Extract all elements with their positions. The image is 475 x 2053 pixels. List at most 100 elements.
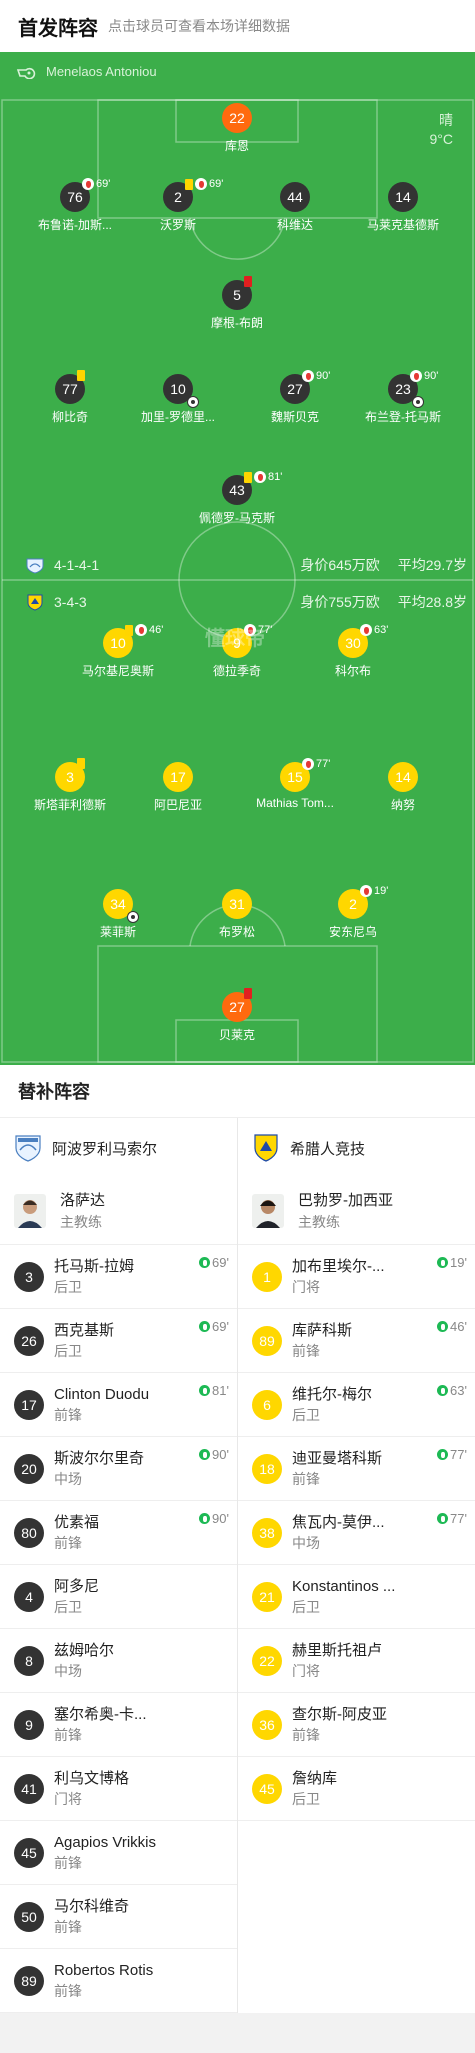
sub-player-name: 托马斯-拉姆 (54, 1258, 134, 1275)
sub-off-icon (302, 758, 314, 770)
sub-player-name: 斯波尔尔里奇 (54, 1450, 145, 1467)
away-club-row[interactable]: 希腊人竞技 (238, 1118, 475, 1178)
player-number: 10 (163, 374, 199, 408)
sub-player-number: 26 (14, 1325, 44, 1356)
player-marker[interactable]: 10 46' 马尔基尼奥斯 (53, 624, 183, 679)
sub-player-row[interactable]: 89 Robertos Rotis 前锋 (0, 1949, 237, 2013)
sub-player-row[interactable]: 41 利乌文博格 门将 (0, 1757, 237, 1821)
sub-off-icon (135, 624, 147, 636)
sub-player-row[interactable]: 17 Clinton Duodu 前锋 81' (0, 1373, 237, 1437)
apollon-logo-icon (15, 1135, 41, 1162)
referee-name: Menelaos Antoniou (46, 64, 157, 79)
player-events: 46' (125, 624, 163, 636)
sub-player-row[interactable]: 22 赫里斯托祖卢 门将 (238, 1629, 475, 1693)
player-marker[interactable]: 2 69' 沃罗斯 (113, 178, 243, 233)
player-events: 69' (185, 178, 223, 190)
player-marker[interactable]: 14 纳努 (338, 762, 468, 813)
player-number: 2 19' (338, 885, 388, 919)
player-marker[interactable]: 10 加里-罗德里... (113, 374, 243, 425)
home-avg-age: 平均29.7岁 (397, 557, 467, 573)
player-number-text: 15 (287, 769, 303, 785)
goal-ball-icon (187, 396, 199, 408)
referee: Menelaos Antoniou (16, 64, 157, 79)
player-name: 沃罗斯 (159, 218, 196, 232)
home-team-summary: 4-1-4-1 身价645万欧 平均29.7岁 (26, 556, 475, 574)
player-number: 43 81' (222, 471, 282, 505)
sub-player-row[interactable]: 26 西克基斯 后卫 69' (0, 1309, 237, 1373)
sub-player-number: 45 (252, 1773, 282, 1804)
player-events: 90' (302, 370, 330, 382)
home-value: 身价645万欧 (300, 557, 380, 573)
sub-player-name: Agapios Vrikkis (54, 1834, 156, 1851)
sub-on-icon (199, 1449, 211, 1460)
lineup-header: 首发阵容 点击球员可查看本场详细数据 (0, 0, 475, 52)
home-club-row[interactable]: 阿波罗利马索尔 (0, 1118, 237, 1178)
sub-player-number: 80 (14, 1517, 44, 1548)
sub-minute: 69' (96, 178, 111, 190)
player-number: 17 (163, 762, 193, 792)
sub-player-name: Clinton Duodu (54, 1386, 150, 1403)
player-number: 23 90' (388, 370, 438, 408)
sub-player-row[interactable]: 89 库萨科斯 前锋 46' (238, 1309, 475, 1373)
player-marker[interactable]: 30 63' 科尔布 (288, 624, 418, 679)
player-marker[interactable]: 5 摩根-布朗 (172, 276, 302, 331)
sub-player-row[interactable]: 36 查尔斯-阿皮亚 前锋 (238, 1693, 475, 1757)
sub-minute: 90' (424, 370, 439, 382)
sub-player-number: 8 (14, 1645, 44, 1676)
sub-player-name: 维托尔-梅尔 (292, 1386, 372, 1403)
player-number-text: 17 (170, 769, 186, 785)
weather-temp: 9°C (429, 131, 454, 147)
player-events: 90' (410, 370, 438, 382)
away-avg-age: 平均28.8岁 (397, 594, 467, 610)
sub-player-number: 6 (252, 1389, 282, 1420)
sub-player-row[interactable]: 1 加布里埃尔-... 门将 19' (238, 1245, 475, 1309)
player-name: 安东尼乌 (328, 925, 377, 939)
sub-player-row[interactable]: 8 兹姆哈尔 中场 (0, 1629, 237, 1693)
player-marker[interactable]: 43 81' 佩德罗-马克斯 (172, 471, 302, 526)
away-subs-column: 希腊人竞技 巴勃罗-加西亚 主教练 1 加布里埃尔-... 门将 19' 89 库萨科斯前… (237, 1118, 475, 2013)
sub-player-row[interactable]: 50 马尔科维奇 前锋 (0, 1885, 237, 1949)
sub-player-position: 前锋 (54, 1535, 82, 1551)
sub-player-row[interactable]: 20 斯波尔尔里奇 中场 90' (0, 1437, 237, 1501)
player-marker[interactable]: 22 库恩 (172, 103, 302, 154)
player-number: 2 69' (163, 178, 223, 212)
player-number-text: 2 (349, 896, 357, 912)
player-number-text: 3 (66, 769, 74, 785)
player-marker[interactable]: 2 19' 安东尼乌 (288, 885, 418, 940)
sub-player-row[interactable]: 21 Konstantinos ... 后卫 (238, 1565, 475, 1629)
sub-player-row[interactable]: 6 维托尔-梅尔 后卫 63' (238, 1373, 475, 1437)
sub-player-row[interactable]: 9 塞尔希奥-卡... 前锋 (0, 1693, 237, 1757)
sub-player-row[interactable]: 45 Agapios Vrikkis 前锋 (0, 1821, 237, 1885)
player-number: 44 (280, 182, 310, 212)
sub-off-icon (302, 370, 314, 382)
player-marker[interactable]: 14 马莱克基德斯 (338, 182, 468, 233)
sub-player-position: 门将 (292, 1663, 320, 1679)
sub-player-name: 西克基斯 (54, 1322, 115, 1339)
home-coach[interactable]: 洛萨达 主教练 (0, 1178, 237, 1245)
sub-player-position: 后卫 (54, 1279, 82, 1295)
sub-player-position: 前锋 (54, 1983, 82, 1999)
away-coach[interactable]: 巴勃罗-加西亚 主教练 (238, 1178, 475, 1245)
sub-player-row[interactable]: 18 迪亚曼塔科斯 前锋 77' (238, 1437, 475, 1501)
sub-player-name: 利乌文博格 (54, 1770, 130, 1787)
sub-player-position: 后卫 (292, 1599, 320, 1615)
player-number-text: 23 (395, 381, 411, 397)
sub-player-row[interactable]: 45 詹纳库 后卫 (238, 1757, 475, 1821)
player-marker[interactable]: 31 布罗松 (172, 889, 302, 940)
sub-minute: 77' (316, 758, 331, 770)
sub-player-row[interactable]: 3 托马斯-拉姆 后卫 69' (0, 1245, 237, 1309)
sub-player-name: Robertos Rotis (54, 1962, 154, 1979)
sub-player-row[interactable]: 38 焦瓦内-莫伊... 中场 77' (238, 1501, 475, 1565)
player-marker[interactable]: 27 贝莱克 (172, 988, 302, 1043)
sub-player-position: 中场 (292, 1535, 320, 1551)
player-marker[interactable]: 17 阿巴尼亚 (113, 762, 243, 813)
sub-player-row[interactable]: 80 优素福 前锋 90' (0, 1501, 237, 1565)
sub-player-position: 前锋 (292, 1727, 320, 1743)
player-marker[interactable]: 34 莱菲斯 (53, 889, 183, 940)
watermark: 懂球帝 (205, 628, 265, 650)
sub-minute: 90' (316, 370, 331, 382)
player-marker[interactable]: 23 90' 布兰登-托马斯 (338, 370, 468, 425)
sub-player-row[interactable]: 4 阿多尼 后卫 (0, 1565, 237, 1629)
away-coach-role: 主教练 (298, 1214, 340, 1230)
player-number-text: 34 (110, 896, 126, 912)
